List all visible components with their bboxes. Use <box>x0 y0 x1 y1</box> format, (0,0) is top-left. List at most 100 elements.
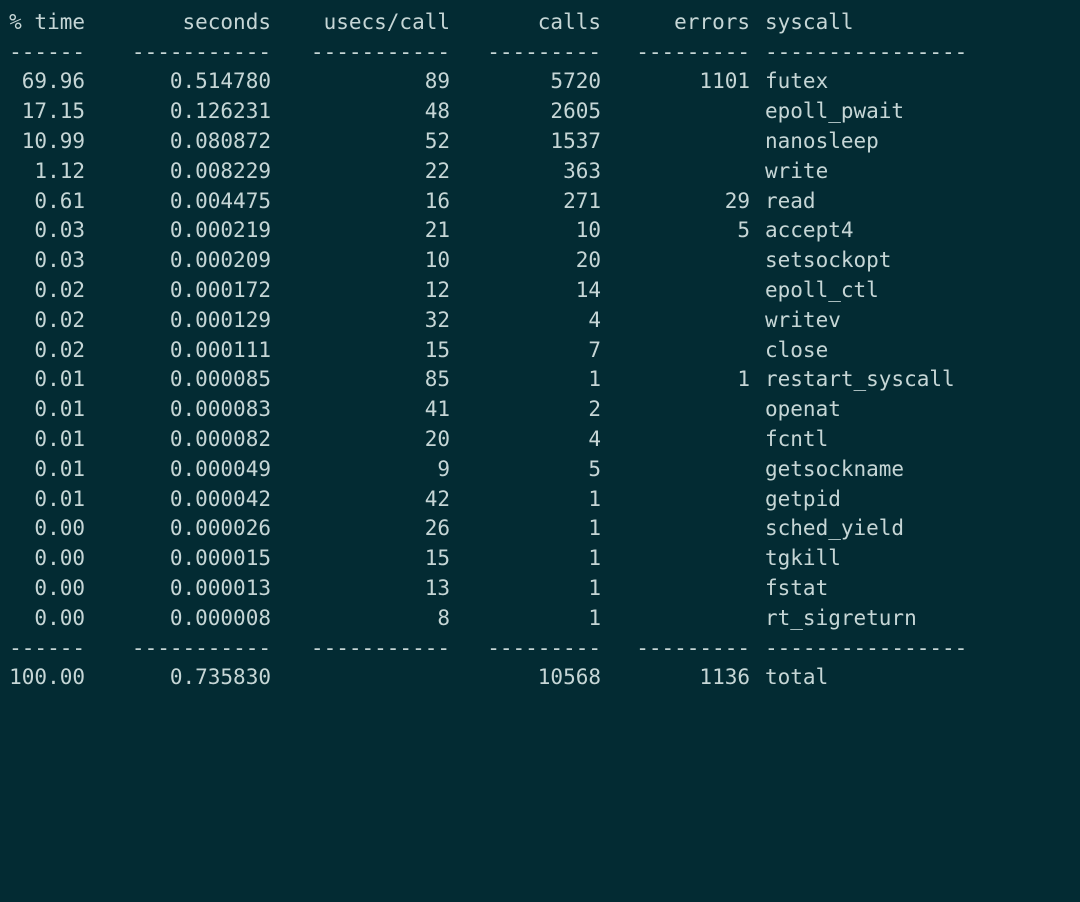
table-row: 0.00 0.000026 26 1 sched_yield <box>0 514 1080 544</box>
separator-errors: --------- <box>636 635 750 660</box>
cell-seconds: 0.000008 <box>169 605 271 630</box>
cell-pct: 0.01 <box>34 426 85 451</box>
total-syscall: total <box>765 665 829 690</box>
separator-syscall: ---------------- <box>765 635 968 660</box>
cell-pct: 1.12 <box>34 158 85 183</box>
cell-usecs: 15 <box>424 337 450 362</box>
cell-usecs: 52 <box>424 128 450 153</box>
cell-syscall: write <box>765 158 829 183</box>
column-header-pct: % time <box>9 9 85 34</box>
cell-seconds: 0.000085 <box>169 367 271 392</box>
total-calls: 10568 <box>537 665 601 690</box>
table-row: 0.01 0.000082 20 4 fcntl <box>0 425 1080 455</box>
cell-seconds: 0.000013 <box>169 575 271 600</box>
separator-calls: --------- <box>487 39 601 64</box>
cell-syscall: setsockopt <box>765 248 892 273</box>
cell-syscall: restart_syscall <box>765 367 955 392</box>
cell-usecs: 26 <box>424 516 450 541</box>
separator-row-total: ------ ----------- ----------- ---------… <box>0 634 1080 664</box>
cell-calls: 14 <box>575 277 601 302</box>
cell-seconds: 0.000111 <box>169 337 271 362</box>
cell-usecs: 89 <box>424 69 450 94</box>
cell-calls: 10 <box>575 218 601 243</box>
terminal-scroll-area[interactable]: ------ ----------- ----------- ---------… <box>0 0 1080 693</box>
table-row: 0.03 0.000219 21 10 5 accept4 <box>0 216 1080 246</box>
cell-seconds: 0.000015 <box>169 546 271 571</box>
table-row: 0.00 0.000013 13 1 fstat <box>0 574 1080 604</box>
table-row: 69.96 0.514780 89 5720 1101 futex <box>0 67 1080 97</box>
cell-syscall: epoll_pwait <box>765 99 905 124</box>
table-row: 0.02 0.000172 12 14 epoll_ctl <box>0 276 1080 306</box>
cell-usecs: 12 <box>424 277 450 302</box>
table-row: 0.01 0.000083 41 2 openat <box>0 395 1080 425</box>
cell-usecs: 21 <box>424 218 450 243</box>
cell-calls: 1 <box>588 546 601 571</box>
cell-pct: 0.61 <box>34 188 85 213</box>
cell-syscall: getsockname <box>765 456 905 481</box>
cell-usecs: 9 <box>437 456 450 481</box>
cell-pct: 0.00 <box>34 546 85 571</box>
separator-usecs: ----------- <box>310 635 450 660</box>
cell-pct: 0.00 <box>34 575 85 600</box>
separator-pct: ------ <box>9 635 85 660</box>
cell-pct: 0.02 <box>34 277 85 302</box>
cell-seconds: 0.080872 <box>169 128 271 153</box>
separator-pct: ------ <box>0 0 85 8</box>
separator-usecs: ----------- <box>310 39 450 64</box>
separator-errors: --------- <box>636 39 750 64</box>
cell-pct: 0.02 <box>34 337 85 362</box>
cell-calls: 2 <box>588 397 601 422</box>
table-row: 0.01 0.000049 9 5 getsockname <box>0 455 1080 485</box>
table-total-row: 100.00 0.735830 10568 1136 total <box>0 663 1080 693</box>
column-header-calls: calls <box>537 9 601 34</box>
separator-syscall: ---------------- <box>765 0 1080 8</box>
cell-syscall: close <box>765 337 829 362</box>
separator-row-top: ------ ----------- ----------- ---------… <box>0 0 1080 8</box>
cell-pct: 0.03 <box>34 248 85 273</box>
cell-usecs: 10 <box>424 248 450 273</box>
cell-usecs: 85 <box>424 367 450 392</box>
separator-row-header: ------ ----------- ----------- ---------… <box>0 38 1080 68</box>
cell-syscall: accept4 <box>765 218 854 243</box>
table-row: 17.15 0.126231 48 2605 epoll_pwait <box>0 97 1080 127</box>
separator-seconds: ----------- <box>131 635 271 660</box>
cell-syscall: futex <box>765 69 829 94</box>
cell-syscall: read <box>765 188 816 213</box>
cell-pct: 0.01 <box>34 397 85 422</box>
table-row: 0.02 0.000129 32 4 writev <box>0 306 1080 336</box>
cell-usecs: 20 <box>424 426 450 451</box>
table-row: 0.00 0.000008 8 1 rt_sigreturn <box>0 604 1080 634</box>
separator-syscall: ---------------- <box>765 39 968 64</box>
cell-seconds: 0.000172 <box>169 277 271 302</box>
cell-calls: 7 <box>588 337 601 362</box>
cell-seconds: 0.514780 <box>169 69 271 94</box>
table-row: 0.01 0.000042 42 1 getpid <box>0 485 1080 515</box>
cell-pct: 69.96 <box>21 69 85 94</box>
cell-seconds: 0.000082 <box>169 426 271 451</box>
total-errors: 1136 <box>699 665 750 690</box>
cell-syscall: epoll_ctl <box>765 277 879 302</box>
cell-calls: 271 <box>563 188 601 213</box>
cell-calls: 5 <box>588 456 601 481</box>
cell-calls: 1 <box>588 516 601 541</box>
cell-calls: 20 <box>575 248 601 273</box>
cell-errors: 1101 <box>699 69 750 94</box>
cell-syscall: fstat <box>765 575 829 600</box>
table-row: 0.01 0.000085 85 1 1 restart_syscall <box>0 365 1080 395</box>
total-seconds: 0.735830 <box>169 665 271 690</box>
column-header-usecs: usecs/call <box>323 9 450 34</box>
cell-syscall: tgkill <box>765 546 841 571</box>
table-body: 69.96 0.514780 89 5720 1101 futex 17.15 0.12623… <box>0 67 1080 633</box>
separator-errors: --------- <box>611 0 750 8</box>
cell-seconds: 0.000209 <box>169 248 271 273</box>
cell-pct: 17.15 <box>21 99 85 124</box>
cell-seconds: 0.000042 <box>169 486 271 511</box>
separator-calls: --------- <box>460 0 601 8</box>
cell-calls: 1 <box>588 367 601 392</box>
cell-pct: 0.00 <box>34 516 85 541</box>
cell-seconds: 0.000083 <box>169 397 271 422</box>
table-row: 0.03 0.000209 10 20 setsockopt <box>0 246 1080 276</box>
cell-calls: 1 <box>588 605 601 630</box>
column-header-errors: errors <box>674 9 750 34</box>
separator-pct: ------ <box>9 39 85 64</box>
